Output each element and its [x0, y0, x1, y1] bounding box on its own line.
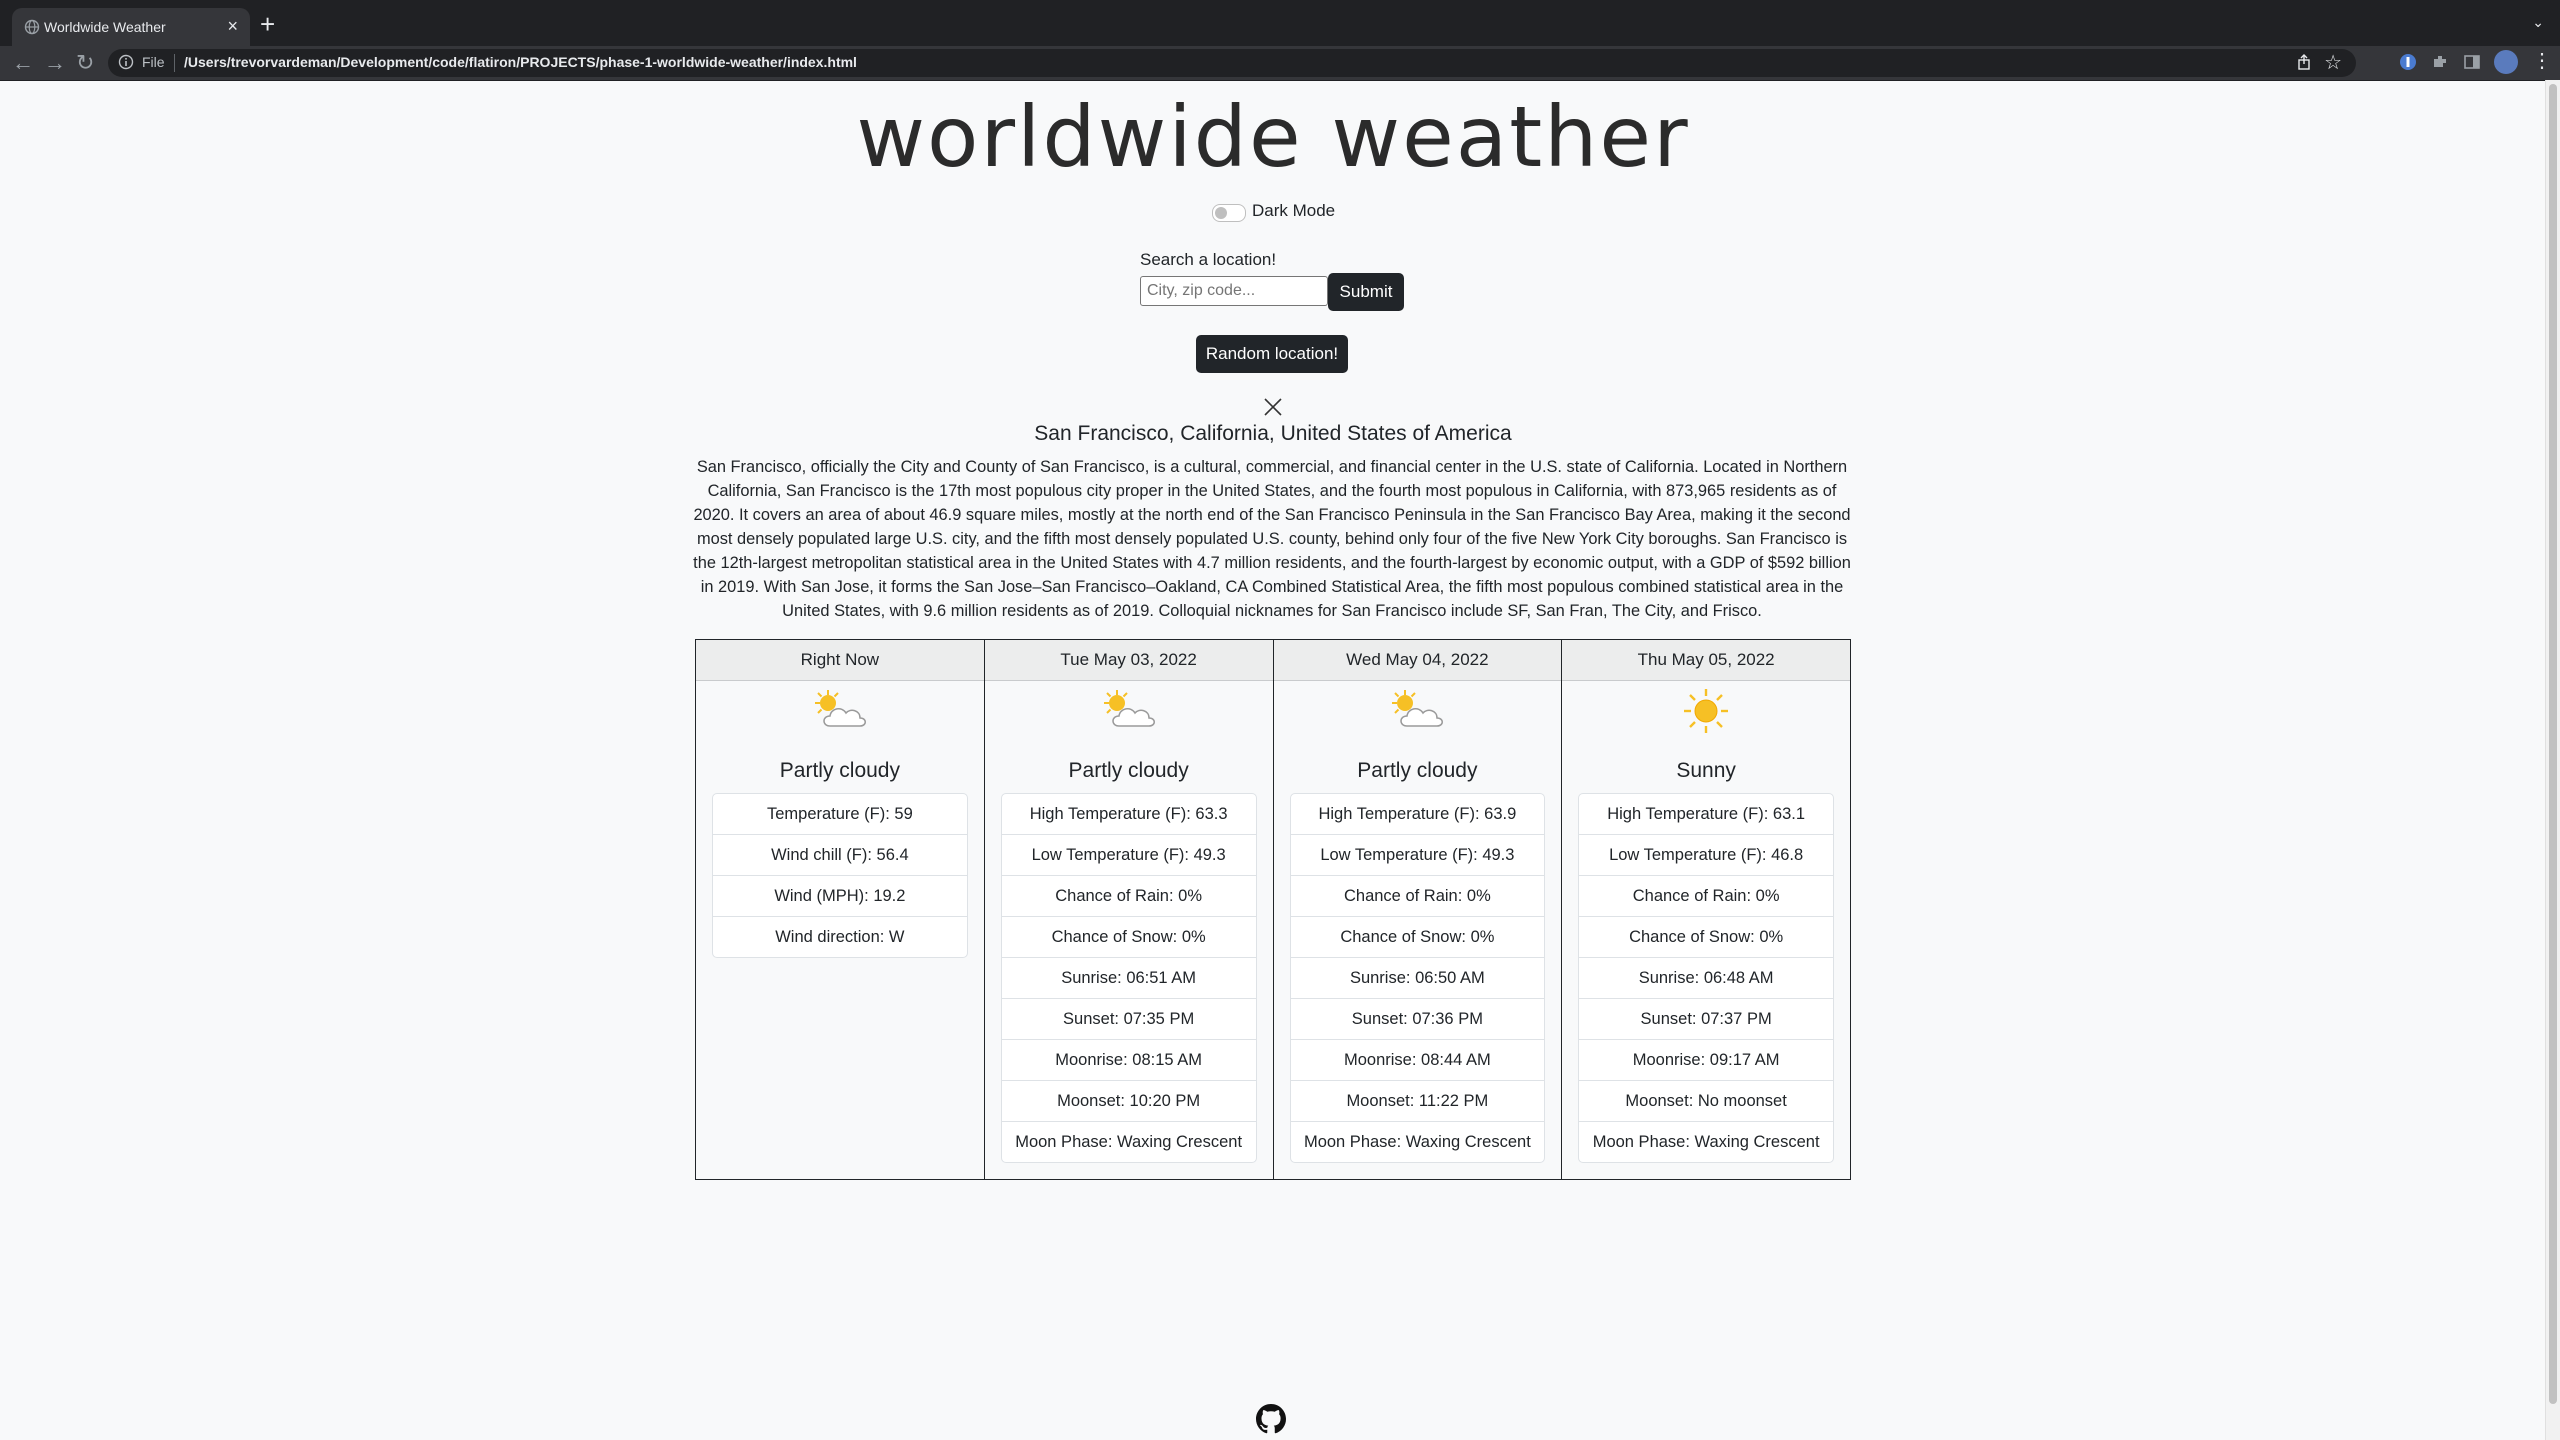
- forecast-column-header: Tue May 03, 2022: [984, 640, 1273, 681]
- profile-avatar[interactable]: [2494, 50, 2518, 74]
- reload-icon[interactable]: ↻: [76, 50, 94, 76]
- weather-details-list: High Temperature (F): 63.3 Low Temperatur…: [1000, 793, 1257, 1163]
- url-text[interactable]: /Users/trevorvardeman/Development/code/f…: [184, 54, 857, 70]
- list-item: Moon Phase: Waxing Crescent: [1592, 1133, 1820, 1151]
- menu-icon[interactable]: ⋮: [2532, 48, 2552, 73]
- list-item: Wind (MPH): 19.2: [713, 876, 967, 917]
- sidebar-icon[interactable]: [2462, 52, 2482, 72]
- search-input[interactable]: [1140, 276, 1328, 306]
- weather-condition: Sunny: [1676, 759, 1736, 782]
- search-label: Search a location!: [1140, 250, 1277, 269]
- scroll-thumb[interactable]: [2549, 84, 2557, 1404]
- list-item: Moonrise: 08:15 AM: [1001, 1040, 1256, 1081]
- list-item: Low Temperature (F): 49.3: [1290, 835, 1545, 876]
- toggle-knob: [1215, 207, 1227, 219]
- list-item: Low Temperature (F): 49.3: [1001, 835, 1256, 876]
- weather-condition: Partly cloudy: [1068, 759, 1189, 782]
- close-icon[interactable]: [1262, 396, 1284, 418]
- list-item: Sunset: 07:35 PM: [1001, 999, 1256, 1040]
- dark-mode-toggle[interactable]: [1212, 204, 1246, 222]
- forecast-column: Thu May 05, 2022 Sunny High Temperature (F…: [1562, 640, 1850, 1179]
- weather-condition: Partly cloudy: [1357, 759, 1478, 782]
- tab-close-icon[interactable]: ×: [227, 16, 238, 37]
- forecast-column-header: Thu May 05, 2022: [1562, 640, 1850, 681]
- address-divider: [174, 54, 175, 72]
- list-item: Wind direction: W: [775, 928, 905, 946]
- list-item: Moonset: No moonset: [1579, 1081, 1833, 1122]
- list-item: Moonset: 10:20 PM: [1001, 1081, 1256, 1122]
- list-item: Chance of Rain: 0%: [1579, 876, 1833, 917]
- forecast-column: Tue May 03, 2022 Partly cloudy High Temper…: [984, 640, 1274, 1179]
- list-item: Low Temperature (F): 46.8: [1579, 835, 1833, 876]
- list-item: High Temperature (F): 63.1: [1579, 794, 1833, 835]
- sunny-icon: [1676, 686, 1736, 736]
- list-item: Sunrise: 06:48 AM: [1579, 958, 1833, 999]
- list-item: Temperature (F): 59: [713, 794, 967, 835]
- new-tab-button[interactable]: +: [260, 9, 275, 40]
- partly-cloudy-icon: [1387, 686, 1447, 736]
- list-item: Wind chill (F): 56.4: [713, 835, 967, 876]
- dark-mode-label: Dark Mode: [1252, 201, 1336, 220]
- submit-button[interactable]: Submit: [1328, 273, 1404, 311]
- forecast-column-header: Wed May 04, 2022: [1273, 640, 1562, 681]
- forward-arrow-icon[interactable]: →: [44, 50, 66, 76]
- file-scheme-label: File: [142, 54, 165, 70]
- weather-details-list: High Temperature (F): 63.1 Low Temperatur…: [1578, 793, 1834, 1163]
- browser-tab-bar: Worldwide Weather × + ⌄: [0, 0, 2560, 46]
- weather-details-list: Temperature (F): 59 Wind chill (F): 56.4 W…: [712, 793, 968, 958]
- star-icon[interactable]: ☆: [2324, 50, 2342, 75]
- browser-tab[interactable]: Worldwide Weather ×: [12, 8, 250, 46]
- list-item: Chance of Snow: 0%: [1290, 917, 1545, 958]
- partly-cloudy-icon: [1099, 686, 1159, 736]
- info-icon[interactable]: [118, 54, 134, 70]
- page-title: worldwide weather: [856, 88, 1690, 186]
- browser-toolbar: ← → ↻ File /Users/trevorvardeman/Develop…: [0, 46, 2560, 81]
- list-item: Moon Phase: Waxing Crescent: [1015, 1133, 1243, 1151]
- puzzle-icon[interactable]: [2430, 52, 2450, 72]
- list-item: Sunrise: 06:51 AM: [1001, 958, 1256, 999]
- list-item: Moonrise: 08:44 AM: [1290, 1040, 1545, 1081]
- list-item: Moonrise: 09:17 AM: [1579, 1040, 1833, 1081]
- globe-icon: [24, 19, 40, 35]
- list-item: Sunset: 07:37 PM: [1579, 999, 1833, 1040]
- page-scrollbar[interactable]: [2545, 80, 2560, 1440]
- forecast-column: Right Now Partly cloudy Temperature (F): 5…: [696, 640, 985, 1179]
- list-item: Moonset: 11:22 PM: [1290, 1081, 1545, 1122]
- list-item: Sunset: 07:36 PM: [1290, 999, 1545, 1040]
- list-item: High Temperature (F): 63.9: [1290, 794, 1545, 835]
- forecast-column: Wed May 04, 2022 Partly cloudy High Temper…: [1273, 640, 1563, 1179]
- list-item: Chance of Snow: 0%: [1001, 917, 1256, 958]
- tab-search-icon[interactable]: ⌄: [2532, 14, 2544, 31]
- forecast-table: Right Now Partly cloudy Temperature (F): 5…: [695, 639, 1851, 1180]
- weather-condition: Partly cloudy: [779, 759, 900, 782]
- random-location-button[interactable]: Random location!: [1196, 335, 1348, 373]
- address-bar[interactable]: File /Users/trevorvardeman/Development/c…: [108, 49, 2356, 77]
- list-item: Moon Phase: Waxing Crescent: [1303, 1133, 1531, 1151]
- partly-cloudy-icon: [810, 686, 870, 736]
- list-item: Chance of Rain: 0%: [1001, 876, 1256, 917]
- share-icon[interactable]: [2296, 54, 2312, 70]
- back-arrow-icon[interactable]: ←: [12, 50, 34, 76]
- location-title: San Francisco, California, United States…: [1034, 422, 1512, 445]
- location-description: San Francisco, officially the City and C…: [693, 458, 1851, 620]
- extension-icon[interactable]: [2398, 52, 2418, 72]
- list-item: Sunrise: 06:50 AM: [1290, 958, 1545, 999]
- tab-title: Worldwide Weather: [44, 19, 166, 35]
- forecast-column-header: Right Now: [696, 640, 984, 681]
- list-item: Chance of Rain: 0%: [1290, 876, 1545, 917]
- list-item: Chance of Snow: 0%: [1579, 917, 1833, 958]
- list-item: High Temperature (F): 63.3: [1001, 794, 1256, 835]
- github-icon[interactable]: [1256, 1404, 1286, 1434]
- weather-details-list: High Temperature (F): 63.9 Low Temperatur…: [1289, 793, 1546, 1163]
